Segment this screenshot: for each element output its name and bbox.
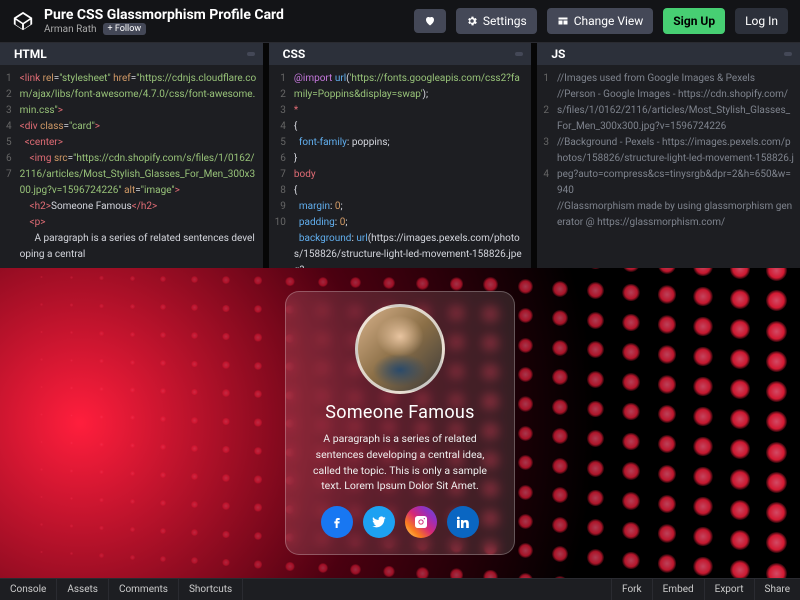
panel-label: CSS	[283, 47, 306, 61]
twitter-icon[interactable]	[363, 506, 395, 538]
line-numbers: 1 2 3 4	[537, 65, 553, 268]
facebook-icon[interactable]	[321, 506, 353, 538]
author-name[interactable]: Arman Rath	[44, 24, 97, 35]
linkedin-icon[interactable]	[447, 506, 479, 538]
share-tab[interactable]: Share	[754, 579, 800, 600]
assets-tab[interactable]: Assets	[57, 579, 109, 600]
js-code[interactable]: //Images used from Google Images & Pexel…	[553, 65, 800, 268]
profile-card: Someone Famous A paragraph is a series o…	[285, 291, 515, 555]
change-view-button[interactable]: Change View	[547, 8, 654, 34]
console-tab[interactable]: Console	[0, 579, 57, 600]
pen-title: Pure CSS Glassmorphism Profile Card	[44, 7, 404, 23]
chevron-down-icon[interactable]	[784, 52, 792, 56]
preview-pane: Someone Famous A paragraph is a series o…	[0, 268, 800, 578]
follow-button[interactable]: + Follow	[103, 23, 147, 35]
card-name: Someone Famous	[304, 402, 496, 423]
html-code[interactable]: <link rel="stylesheet" href="https://cdn…	[16, 65, 263, 268]
embed-tab[interactable]: Embed	[652, 579, 704, 600]
settings-button[interactable]: Settings	[456, 8, 537, 34]
fork-tab[interactable]: Fork	[611, 579, 652, 600]
heart-button[interactable]	[414, 9, 446, 33]
export-tab[interactable]: Export	[704, 579, 754, 600]
js-panel: JS 1 2 3 4 //Images used from Google Ima…	[537, 43, 800, 268]
panel-label: JS	[551, 47, 565, 61]
signup-button[interactable]: Sign Up	[663, 8, 725, 34]
codepen-logo[interactable]	[12, 10, 34, 32]
line-numbers: 1 2 3 4 5 6 7	[0, 65, 16, 268]
css-panel: CSS 1 2 3 4 5 6 7 8 9 10 @import url('ht…	[269, 43, 532, 268]
chevron-down-icon[interactable]	[515, 52, 523, 56]
shortcuts-tab[interactable]: Shortcuts	[179, 579, 243, 600]
css-code[interactable]: @import url('https://fonts.googleapis.co…	[290, 65, 531, 268]
card-desc: A paragraph is a series of related sente…	[304, 431, 496, 494]
avatar	[355, 304, 445, 394]
line-numbers: 1 2 3 4 5 6 7 8 9 10	[269, 65, 290, 268]
html-panel: HTML 1 2 3 4 5 6 7 <link rel="stylesheet…	[0, 43, 263, 268]
chevron-down-icon[interactable]	[247, 52, 255, 56]
instagram-icon[interactable]	[405, 506, 437, 538]
login-button[interactable]: Log In	[735, 8, 788, 34]
panel-label: HTML	[14, 47, 47, 61]
comments-tab[interactable]: Comments	[109, 579, 179, 600]
